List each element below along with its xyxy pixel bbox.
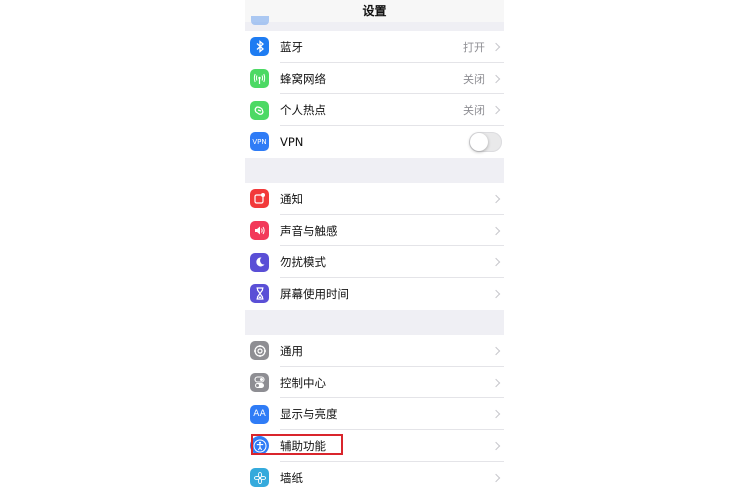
settings-screen: 蓝牙 打开 蜂窝网络 关闭 个人热点 关闭 VPN VPN 通知 声音与触感 勿… [245,0,504,487]
chevron-right-icon [491,226,501,235]
row-label: 显示与亮度 [280,407,338,422]
chevron-right-icon [491,378,501,387]
settings-row-vpn: VPN VPN [245,126,504,158]
row-label: VPN [280,134,304,149]
row-label: 通知 [280,191,303,206]
notifications-icon [250,189,269,209]
chevron-right-icon [491,473,501,482]
gear-icon [250,341,269,361]
chevron-right-icon [491,74,501,83]
display-icon-text: AA [253,409,266,420]
wallpaper-icon [250,468,269,487]
settings-row-notifications[interactable]: 通知 [245,183,504,215]
accessibility-highlight-box [251,434,343,455]
settings-row-control-center[interactable]: 控制中心 [245,367,504,399]
display-icon: AA [250,404,269,424]
control-center-icon [250,373,269,393]
connectivity-group: 蓝牙 打开 蜂窝网络 关闭 个人热点 关闭 VPN VPN [245,31,504,158]
row-value: 关闭 [463,72,485,86]
sound-icon [250,221,269,241]
row-label: 蜂窝网络 [280,71,326,86]
settings-row-cellular[interactable]: 蜂窝网络 关闭 [245,63,504,95]
chevron-right-icon [491,346,501,356]
row-label: 墙纸 [280,470,303,485]
settings-row-general[interactable]: 通用 [245,335,504,367]
chevron-right-icon [491,289,501,299]
page-title: 设置 [362,4,387,18]
nav-bar: 设置 [245,0,504,25]
bluetooth-icon [250,37,269,57]
row-value: 打开 [463,40,485,54]
chevron-right-icon [491,105,501,115]
row-label: 蓝牙 [280,39,303,54]
row-label: 个人热点 [280,103,326,118]
chevron-right-icon [491,409,501,419]
settings-row-sounds[interactable]: 声音与触感 [245,215,504,247]
vpn-icon: VPN [250,132,269,152]
chevron-right-icon [491,441,501,451]
chevron-right-icon [491,42,501,52]
chevron-right-icon [491,257,501,267]
row-value: 关闭 [463,104,485,118]
row-label: 通用 [280,343,303,358]
chevron-right-icon [491,194,501,204]
hotspot-icon [250,100,269,120]
wifi-icon [251,16,269,25]
moon-icon [250,252,269,272]
notifications-group: 通知 声音与触感 勿扰模式 屏幕使用时间 [245,183,504,310]
row-label: 屏幕使用时间 [280,286,349,301]
settings-row-do-not-disturb[interactable]: 勿扰模式 [245,246,504,278]
cellular-icon [250,69,269,89]
vpn-icon-text: VPN [252,137,267,146]
settings-row-wallpaper[interactable]: 墙纸 [245,462,504,487]
row-label: 声音与触感 [280,223,338,238]
settings-row-display[interactable]: AA 显示与亮度 [245,398,504,430]
hourglass-icon [250,284,269,304]
settings-row-bluetooth[interactable]: 蓝牙 打开 [245,31,504,63]
vpn-toggle[interactable] [469,131,502,152]
settings-row-screen-time[interactable]: 屏幕使用时间 [245,278,504,310]
settings-row-hotspot[interactable]: 个人热点 关闭 [245,94,504,126]
row-label: 控制中心 [280,375,326,390]
general-group: 通用 控制中心 AA 显示与亮度 辅助功能 墙纸 [245,335,504,487]
row-label: 勿扰模式 [280,255,326,270]
toggle-knob [470,132,488,151]
